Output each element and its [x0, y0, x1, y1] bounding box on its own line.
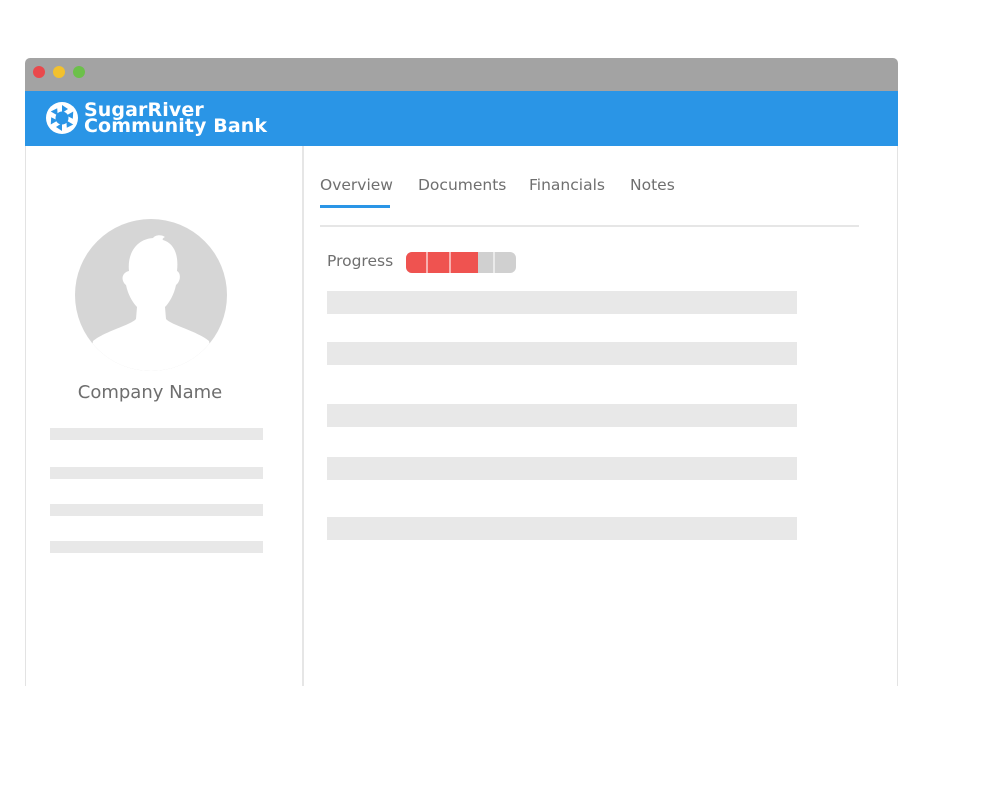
progress-bar — [406, 252, 516, 273]
progress-segment-divider — [449, 252, 451, 273]
content-area: Company Name Overview Documents Financia… — [25, 146, 898, 686]
content-placeholder-line — [327, 342, 797, 365]
active-tab-indicator — [320, 205, 390, 208]
app-header: SugarRiver Community Bank — [25, 91, 898, 146]
browser-window: SugarRiver Community Bank Company Name O… — [25, 58, 898, 686]
window-minimize-button[interactable] — [53, 66, 65, 78]
sidebar-placeholder-line — [50, 541, 263, 553]
tab-documents[interactable]: Documents — [418, 176, 506, 194]
content-placeholder-line — [327, 404, 797, 427]
sidebar-placeholder-line — [50, 428, 263, 440]
progress-label: Progress — [327, 252, 394, 270]
tab-overview[interactable]: Overview — [320, 176, 393, 194]
content-placeholder-line — [327, 517, 797, 540]
sidebar-placeholder-line — [50, 467, 263, 479]
content-placeholder-line — [327, 457, 797, 480]
window-titlebar — [25, 58, 898, 91]
tab-financials[interactable]: Financials — [529, 176, 605, 194]
progress-segment-divider — [426, 252, 428, 273]
content-placeholder-line — [327, 291, 797, 314]
tab-notes[interactable]: Notes — [630, 176, 675, 194]
sidebar-placeholder-line — [50, 504, 263, 516]
avatar-placeholder-icon — [75, 219, 227, 371]
progress-segment-divider — [493, 252, 495, 273]
window-maximize-button[interactable] — [73, 66, 85, 78]
tab-bar-divider — [320, 225, 859, 227]
company-name: Company Name — [77, 382, 223, 403]
bank-logo-icon — [46, 102, 78, 134]
bank-name: SugarRiver Community Bank — [84, 101, 268, 137]
panel-divider — [302, 146, 304, 686]
progress-bar-fill — [406, 252, 478, 273]
window-close-button[interactable] — [33, 66, 45, 78]
bank-name-line2: Community Bank — [84, 115, 268, 137]
